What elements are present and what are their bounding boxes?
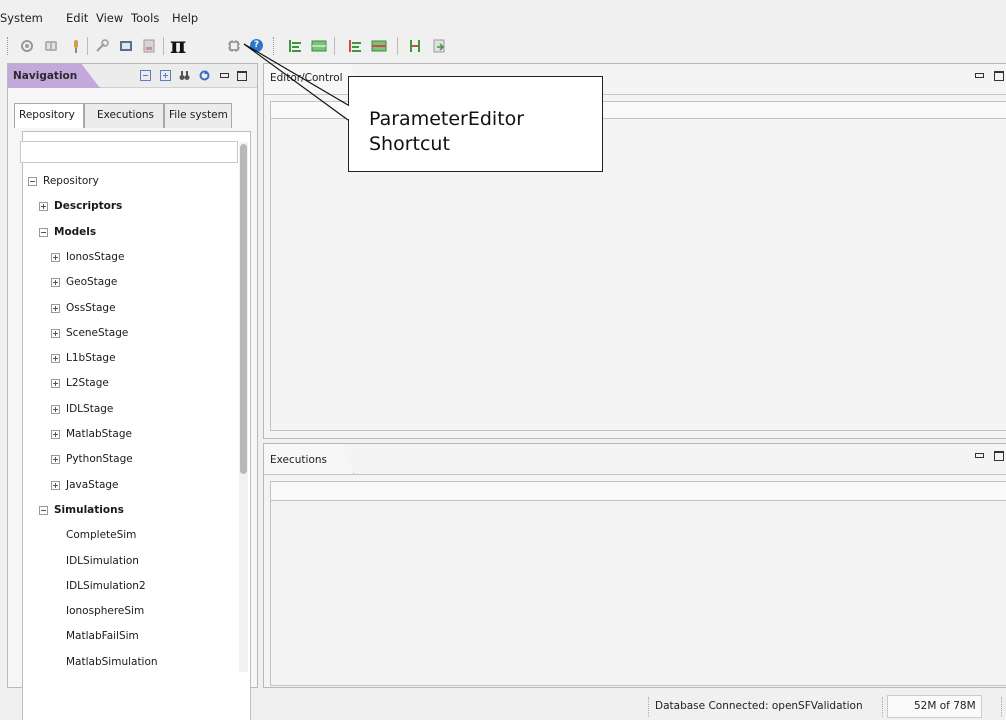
database-status: Database Connected: openSFValidation xyxy=(655,700,863,712)
status-bar: Database Connected: openSFValidation 52M… xyxy=(0,693,1006,720)
memory-text: 52M of 78M xyxy=(914,700,976,712)
callout-pointer xyxy=(243,43,350,121)
memory-indicator[interactable]: 52M of 78M xyxy=(887,695,982,718)
